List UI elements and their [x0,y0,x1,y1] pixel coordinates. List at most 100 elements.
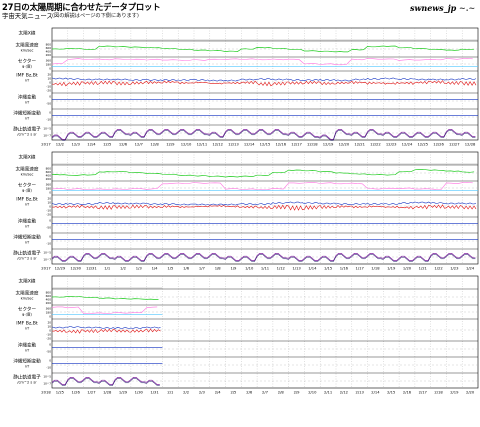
date-label: 12/10 [181,143,192,147]
wind-speed-line [51,168,475,178]
date-label: 12/28 [465,143,476,147]
date-label: 1/27 [87,391,96,395]
panel-unit-wind: km/sec [21,49,34,53]
date-label: 12/15 [260,143,271,147]
date-label: 1/22 [434,267,442,271]
date-label: 1/23 [450,267,459,271]
imf-bz-line [51,80,477,87]
tick-label-short: 0 [49,235,51,239]
panel-unit-sector: φ (度) [22,188,33,193]
panel-label-wind: 太陽風速度 [16,42,39,49]
panel-unit-short: nT [25,241,30,245]
tick-label-imf: -20 [46,337,51,341]
tick-label-elec: 10^5 [43,127,51,131]
panel-label-wind: 太陽風速度 [16,166,39,173]
tick-label-dst: -50 [46,226,51,230]
panel-unit-wind: km/sec [21,297,34,301]
tick-label-dst: -50 [46,350,51,354]
tick-label-short: -10 [46,118,51,122]
chart-block-2 [51,151,479,265]
electron-flux-line-2 [51,130,476,141]
tick-label-dst: 0 [49,95,51,99]
date-label: 2/8 [278,391,285,395]
date-label: 1/8 [215,267,222,271]
panel-label-sector: セクター [18,306,37,313]
date-label: 1/4 [152,267,159,271]
tick-label-short: -10 [46,242,51,246]
date-label: 1/1 [104,267,110,271]
tick-label-elec: 10^7 [43,258,51,262]
date-label: 12/17 [291,143,302,147]
date-label: 2/13 [356,391,365,395]
date-label: 2/9 [294,391,301,395]
tick-label-wind: 200 [46,177,52,181]
panel-unit-short: nT [25,365,30,369]
date-label: 2/17 [419,391,428,395]
panel-label-sector: セクター [18,58,37,65]
tick-label-short: 0 [49,111,51,115]
block-frame [51,275,479,389]
tick-label-short: -10 [46,366,51,370]
date-label: 1/20 [403,267,412,271]
chart-block-1 [51,27,479,141]
panel-unit-imf: nT [25,79,30,83]
block-frame [51,27,479,141]
wind-speed-line [51,295,159,300]
tick-label-elec: 10^5 [43,251,51,255]
imf-bt-line [51,77,477,82]
date-label: 1/19 [387,267,396,271]
panel-label-short: 沖縄短期変動 [13,234,41,241]
tick-label-imf: -20 [46,89,51,93]
tick-label-elec: 10^5 [43,375,51,379]
tick-label-short: 0 [49,359,51,363]
date-label: 1/9 [230,267,237,271]
date-label: 12/3 [72,143,81,147]
panel-label-xray: 太陽X線 [19,154,36,161]
date-label: 12/11 [197,143,208,147]
panel-label-dst: 沖縄変動 [18,342,37,349]
date-label: 2/2 [183,391,189,395]
electron-flux-line [51,129,476,140]
electron-flux-line [51,253,476,261]
sector-line [51,182,473,191]
date-label: 12/21 [354,143,365,147]
panel-label-xray: 太陽X線 [19,278,36,285]
panel-label-elec: 静止軌道電子 [13,250,41,257]
panel-unit-sector: φ (度) [22,64,33,69]
date-label: 1/12 [277,267,285,271]
date-label: 2/7 [262,391,269,395]
date-label: 1/26 [72,391,81,395]
date-label: 1/5 [167,267,174,271]
panel-unit-elec: /cm^2 s sr [17,381,37,385]
tick-label-elec: 10^7 [43,382,51,386]
date-label: 1/28 [103,391,112,395]
wind-speed-line [51,45,475,53]
tick-label-imf: -20 [46,213,51,217]
tick-label-dst: 0 [49,343,51,347]
panel-label-dst: 沖縄変動 [18,94,37,101]
date-label: 1/15 [324,267,333,271]
date-label: 12/18 [307,143,318,147]
date-label: 12/13 [228,143,239,147]
tick-label-elec: 10^7 [43,134,51,138]
chart-block-3 [51,275,479,389]
date-label: 1/31 [150,391,158,395]
tick-label-sector: 0 [49,67,51,71]
year-label: 2017 [41,143,51,147]
date-label: 12/5 [103,143,112,147]
date-label: 1/24 [466,267,475,271]
date-label: 2/18 [434,391,443,395]
date-label: 1/30 [135,391,144,395]
date-label: 2/19 [450,391,459,395]
date-label: 12/20 [339,143,350,147]
date-label: 12/26 [433,143,444,147]
imf-bt-line [51,201,477,206]
date-label: 2/20 [466,391,475,395]
tick-label-sector: 0 [49,191,51,195]
date-label: 12/27 [449,143,460,147]
date-label: 1/7 [199,267,206,271]
sector-line [51,306,158,314]
date-label: 12/24 [402,143,413,147]
panel-unit-wind: km/sec [21,173,34,177]
date-label: 12/25 [417,143,428,147]
